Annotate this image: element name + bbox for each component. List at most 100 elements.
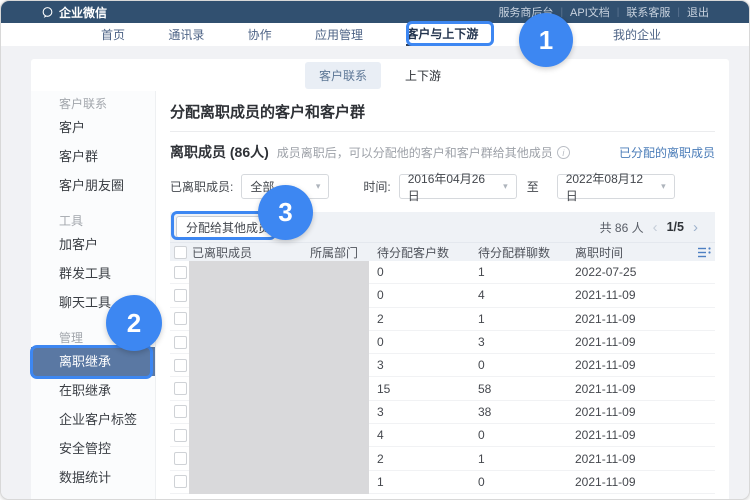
- nav-item[interactable]: 协作: [248, 23, 272, 46]
- pending-customers-cell: 2: [377, 452, 478, 466]
- resign-date-cell: 2021-11-09: [575, 358, 687, 372]
- pending-customers-cell: 0: [377, 265, 478, 279]
- pending-customers-cell: 1: [377, 475, 478, 489]
- nav-item[interactable]: 应用管理: [315, 23, 363, 46]
- sidebar-item[interactable]: 在职继承: [31, 376, 155, 405]
- sidebar-item[interactable]: 客户群: [31, 142, 155, 171]
- col-header-pending-customers: 待分配客户数: [377, 244, 478, 261]
- table-body: 012022-07-25042021-11-09212021-11-090320…: [170, 261, 715, 494]
- nav-item[interactable]: 首页: [101, 23, 125, 46]
- row-checkbox[interactable]: [174, 475, 187, 488]
- sidebar-item[interactable]: 群发工具: [31, 259, 155, 288]
- col-header-resign-date: 离职时间: [575, 244, 687, 261]
- row-checkbox[interactable]: [174, 382, 187, 395]
- pending-groups-cell: 58: [478, 382, 575, 396]
- resign-date-cell: 2021-11-09: [575, 312, 687, 326]
- nav-item[interactable]: 通讯录: [168, 23, 204, 46]
- pending-customers-cell: 15: [377, 382, 478, 396]
- filter-row: 已离职成员: 全部 ▾ 时间: 2016年04月26日 ▾ 至: [170, 174, 715, 199]
- sidebar-section-title: 客户联系: [31, 95, 155, 113]
- pending-customers-cell: 0: [377, 288, 478, 302]
- prev-page-icon[interactable]: ‹: [653, 220, 658, 235]
- pending-groups-cell: 1: [478, 265, 575, 279]
- pending-groups-cell: 1: [478, 452, 575, 466]
- col-header-member: 已离职成员: [192, 244, 310, 261]
- section-title: 离职成员 (86人): [170, 142, 269, 162]
- pending-groups-cell: 0: [478, 475, 575, 489]
- to-label: 至: [527, 178, 539, 195]
- row-checkbox[interactable]: [174, 405, 187, 418]
- row-checkbox[interactable]: [174, 336, 187, 349]
- date-to-select[interactable]: 2022年08月12日 ▾: [557, 174, 675, 199]
- row-checkbox[interactable]: [174, 429, 187, 442]
- nav-item[interactable]: 我的企业: [613, 23, 661, 46]
- column-settings-icon[interactable]: [687, 247, 715, 258]
- row-checkbox[interactable]: [174, 359, 187, 372]
- info-icon: i: [557, 146, 570, 159]
- assigned-members-link[interactable]: 已分配的离职成员: [619, 144, 715, 161]
- pending-groups-cell: 0: [478, 358, 575, 372]
- topbar-link[interactable]: API文档: [570, 4, 610, 20]
- sidebar-section-title: 工具: [31, 212, 155, 230]
- member-filter-label: 已离职成员:: [170, 178, 233, 195]
- link-separator: |: [617, 7, 620, 18]
- row-checkbox[interactable]: [174, 312, 187, 325]
- row-checkbox[interactable]: [174, 289, 187, 302]
- redacted-area: [189, 261, 369, 494]
- app-logo[interactable]: 企业微信: [41, 4, 107, 21]
- sidebar-item[interactable]: 数据统计: [31, 463, 155, 492]
- pagination: 共 86 人 ‹ 1/5 ›: [600, 219, 707, 236]
- chevron-down-icon: ▾: [661, 181, 666, 192]
- topbar-link[interactable]: 退出: [687, 4, 709, 20]
- app-logo-label: 企业微信: [59, 4, 107, 21]
- sidebar-item[interactable]: 加客户: [31, 230, 155, 259]
- annotation-step-1-badge: 1: [519, 13, 573, 67]
- page-indicator: 1/5: [667, 220, 684, 234]
- sub-tabs: 客户联系上下游: [31, 59, 729, 91]
- annotation-step-3-badge: 3: [258, 185, 313, 240]
- date-from-value: 2016年04月26日: [408, 170, 495, 204]
- select-all-checkbox[interactable]: [174, 246, 187, 259]
- sidebar-item[interactable]: 企业客户标签: [31, 405, 155, 434]
- sidebar-item[interactable]: 客户朋友圈: [31, 171, 155, 200]
- main-content: 分配离职成员的客户和客户群 离职成员 (86人) 成员离职后，可以分配他的客户和…: [156, 91, 729, 500]
- resign-date-cell: 2021-11-09: [575, 452, 687, 466]
- next-page-icon[interactable]: ›: [693, 220, 698, 235]
- col-header-pending-groups: 待分配群聊数: [478, 244, 575, 261]
- row-checkbox[interactable]: [174, 266, 187, 279]
- content-card: 客户联系上下游 客户联系客户客户群客户朋友圈工具加客户群发工具聊天工具管理离职继…: [31, 59, 729, 500]
- page-title: 分配离职成员的客户和客户群: [170, 103, 715, 132]
- total-count: 共 86 人: [600, 219, 644, 236]
- resign-date-cell: 2021-11-09: [575, 288, 687, 302]
- resign-date-cell: 2022-07-25: [575, 265, 687, 279]
- chevron-down-icon: ▾: [316, 181, 321, 192]
- link-separator: |: [677, 7, 680, 18]
- pending-groups-cell: 38: [478, 405, 575, 419]
- date-from-select[interactable]: 2016年04月26日 ▾: [399, 174, 517, 199]
- annotation-step-2-badge: 2: [106, 295, 162, 351]
- pending-customers-cell: 3: [377, 405, 478, 419]
- table-header: 已离职成员 所属部门 待分配客户数 待分配群聊数 离职时间: [170, 242, 715, 261]
- resign-date-cell: 2021-11-09: [575, 405, 687, 419]
- time-filter-label: 时间:: [363, 178, 390, 195]
- tab[interactable]: 上下游: [391, 62, 455, 89]
- resign-date-cell: 2021-11-09: [575, 335, 687, 349]
- col-header-department: 所属部门: [310, 244, 377, 261]
- resign-date-cell: 2021-11-09: [575, 475, 687, 489]
- sidebar-item[interactable]: 客户: [31, 113, 155, 142]
- date-to-value: 2022年08月12日: [566, 170, 653, 204]
- section-header: 离职成员 (86人) 成员离职后，可以分配他的客户和客户群给其他成员 i 已分配…: [170, 142, 715, 162]
- row-checkbox[interactable]: [174, 452, 187, 465]
- main-nav: 首页通讯录协作应用管理客户与上下游管理工具我的企业: [1, 23, 749, 46]
- topbar: 企业微信 服务商后台|API文档|联系客服|退出: [1, 1, 749, 23]
- page-background: 客户联系上下游 客户联系客户客户群客户朋友圈工具加客户群发工具聊天工具管理离职继…: [1, 46, 749, 499]
- annotation-box-nav-item: [406, 21, 494, 46]
- pending-groups-cell: 3: [478, 335, 575, 349]
- tab[interactable]: 客户联系: [305, 62, 381, 89]
- topbar-link[interactable]: 联系客服: [626, 4, 670, 20]
- resign-date-cell: 2021-11-09: [575, 382, 687, 396]
- link-separator: |: [560, 7, 563, 18]
- app-window: 企业微信 服务商后台|API文档|联系客服|退出 首页通讯录协作应用管理客户与上…: [0, 0, 750, 500]
- pending-customers-cell: 4: [377, 428, 478, 442]
- sidebar-item[interactable]: 安全管控: [31, 434, 155, 463]
